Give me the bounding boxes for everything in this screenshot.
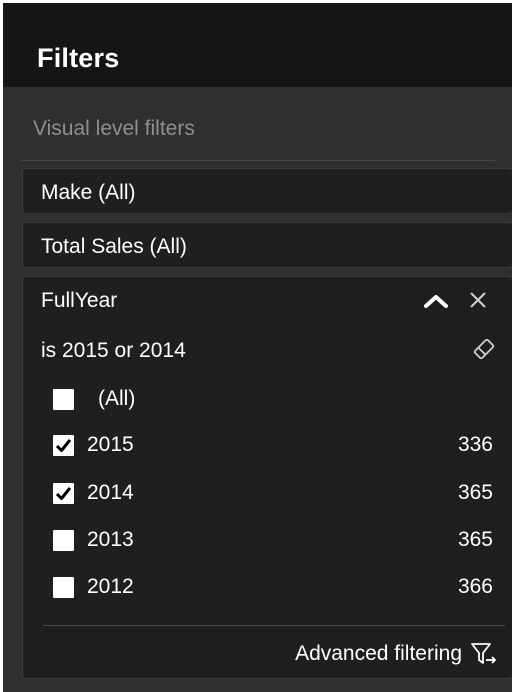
option-row-all[interactable]: (All) xyxy=(53,387,493,417)
checkbox[interactable] xyxy=(53,483,74,504)
checkbox[interactable] xyxy=(53,530,74,551)
option-count: 366 xyxy=(457,575,493,598)
option-row-2015[interactable]: 2015 336 xyxy=(53,433,493,463)
checkmark-icon xyxy=(55,487,72,500)
option-count: 336 xyxy=(457,433,493,456)
filter-card-fullyear: FullYear is 2015 or 2014 (All) 2015 336 … xyxy=(22,276,512,679)
pane-title: Filters xyxy=(37,43,120,73)
filter-arrow-icon xyxy=(471,643,497,664)
option-count: 365 xyxy=(457,481,493,504)
chevron-up-icon[interactable] xyxy=(421,289,451,311)
checkbox[interactable] xyxy=(53,577,74,598)
eraser-icon[interactable] xyxy=(470,335,498,363)
option-label: 2013 xyxy=(87,528,134,551)
filter-card-make[interactable]: Make (All) xyxy=(22,168,512,214)
option-row-2013[interactable]: 2013 365 xyxy=(53,528,493,558)
advanced-filtering-label: Advanced filtering xyxy=(295,642,462,665)
section-label: Visual level filters xyxy=(33,117,195,140)
filter-card-label: Make (All) xyxy=(41,181,136,204)
filter-card-total-sales[interactable]: Total Sales (All) xyxy=(22,222,512,268)
advanced-filtering-link[interactable]: Advanced filtering xyxy=(295,639,498,669)
option-label: 2014 xyxy=(87,481,134,504)
checkmark-icon xyxy=(55,439,72,452)
checkbox[interactable] xyxy=(53,435,74,456)
divider xyxy=(43,625,505,626)
option-label: (All) xyxy=(98,387,136,410)
option-row-2012[interactable]: 2012 366 xyxy=(53,575,493,605)
filters-pane: Filters Visual level filters Make (All) … xyxy=(0,0,512,692)
filter-card-title: FullYear xyxy=(41,289,118,312)
option-label: 2012 xyxy=(87,575,134,598)
filter-condition: is 2015 or 2014 xyxy=(41,339,186,362)
option-row-2014[interactable]: 2014 365 xyxy=(53,481,493,511)
option-label: 2015 xyxy=(87,433,134,456)
filter-card-label: Total Sales (All) xyxy=(41,235,187,258)
pane-header: Filters xyxy=(3,3,512,87)
close-icon[interactable] xyxy=(467,289,489,311)
checkbox[interactable] xyxy=(53,389,74,410)
divider xyxy=(21,160,495,161)
option-count: 365 xyxy=(457,528,493,551)
